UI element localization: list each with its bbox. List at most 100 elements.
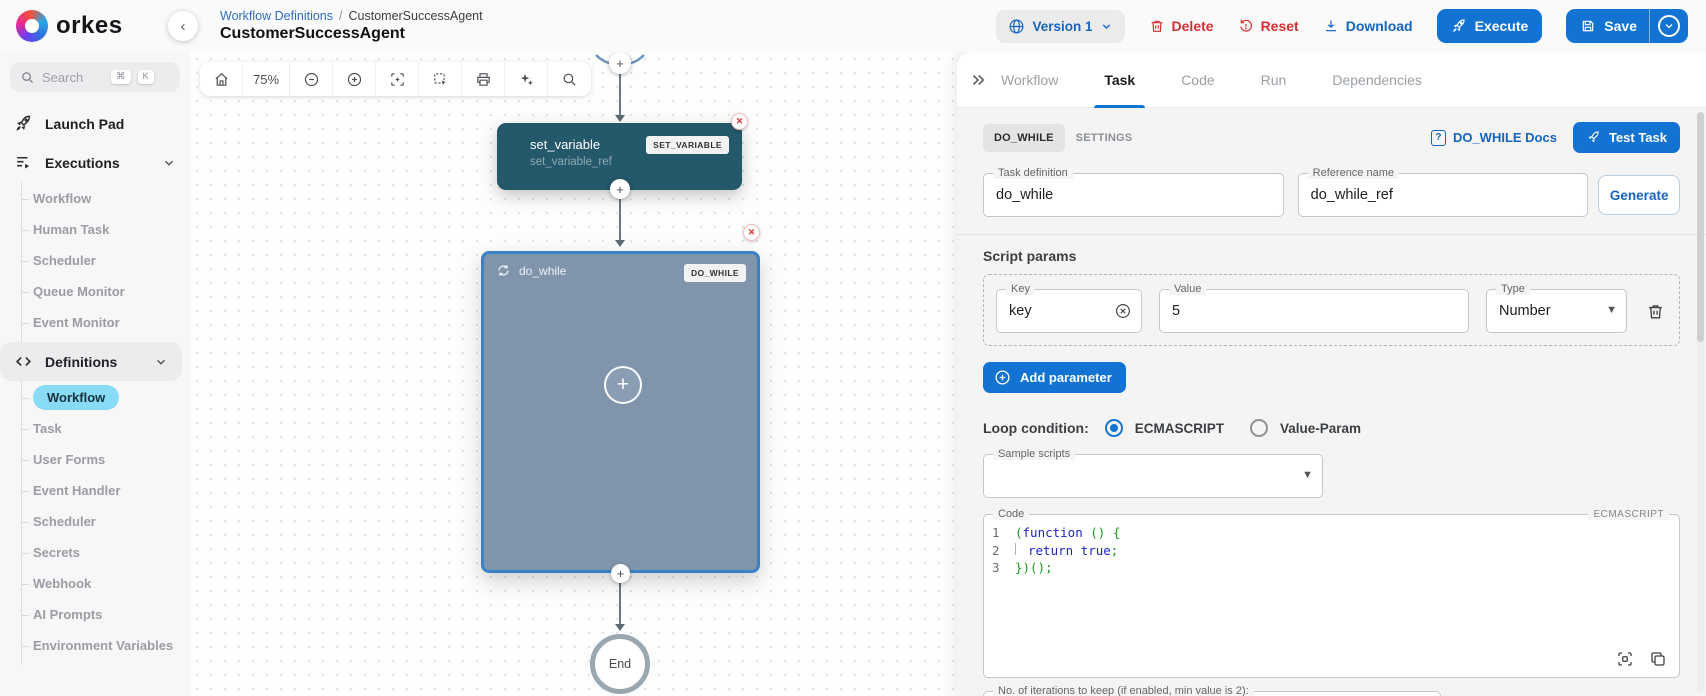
tab-dependencies[interactable]: Dependencies [1332,52,1422,108]
generate-button[interactable]: Generate [1598,175,1680,215]
radio-ecmascript[interactable] [1104,419,1123,437]
save-button-group: Save [1566,9,1688,43]
rocket-icon [14,114,33,133]
fit-view-button[interactable] [376,62,420,96]
subtab-row: DO_WHILE SETTINGS ? DO_WHILE Docs Test T… [983,122,1680,153]
sidebar-item-definitions-workflow[interactable]: Workflow [22,382,190,413]
sidebar-item-definitions-secrets[interactable]: Secrets [22,537,190,568]
sidebar-item-executions-queue-monitor[interactable]: Queue Monitor [22,276,190,307]
execute-button[interactable]: Execute [1436,9,1543,43]
download-button[interactable]: Download [1323,18,1413,34]
search-canvas-button[interactable] [548,62,591,96]
sidebar-item-definitions[interactable]: Definitions [0,342,182,381]
home-button[interactable] [200,62,243,96]
node-do-while[interactable]: do_while DO_WHILE + [481,251,760,573]
add-task-connector-mid[interactable] [610,179,630,199]
delete-param-button[interactable] [1644,300,1667,323]
remove-do-while-button[interactable]: ✕ [743,224,760,241]
sidebar-item-launch-pad[interactable]: Launch Pad [0,104,190,143]
orkes-logo[interactable]: orkes [16,10,166,42]
sidebar-collapse-button[interactable]: ‹ [168,11,198,41]
remove-set-variable-button[interactable]: ✕ [731,113,748,130]
tab-settings[interactable]: SETTINGS [1065,124,1144,152]
clear-key-icon[interactable] [1114,302,1132,320]
edge-arrow [615,624,625,631]
tab-code[interactable]: Code [1181,52,1214,108]
save-options-button[interactable] [1650,9,1688,43]
task-definition-field[interactable]: Task definition do_while [983,167,1284,217]
sidebar-item-definitions-user-forms[interactable]: User Forms [22,444,190,475]
panel-scrollbar[interactable] [1697,112,1704,692]
param-type-select[interactable]: Type Number ▼ [1486,283,1627,333]
save-icon [1580,18,1596,34]
version-label: Version 1 [1032,18,1093,34]
test-task-button[interactable]: Test Task [1572,122,1680,153]
delete-button[interactable]: Delete [1149,18,1214,34]
script-params-title: Script params [983,248,1077,264]
save-button[interactable]: Save [1566,9,1649,43]
sidebar-item-executions-human-task[interactable]: Human Task [22,214,190,245]
sidebar-item-definitions-event-handler[interactable]: Event Handler [22,475,190,506]
sidebar-item-definitions-ai-prompts[interactable]: AI Prompts [22,599,190,630]
chevron-down-icon [154,355,168,369]
radio-ecmascript-label[interactable]: ECMASCRIPT [1135,421,1224,436]
tab-task[interactable]: Task [1094,52,1146,108]
sidebar-item-executions-event-monitor[interactable]: Event Monitor [22,307,190,338]
add-task-connector-bottom[interactable] [611,564,630,583]
sidebar-item-executions-scheduler[interactable]: Scheduler [22,245,190,276]
tab-run[interactable]: Run [1261,52,1287,108]
loop-icon [496,263,511,278]
executions-icon [14,153,33,172]
param-key-field[interactable]: Key key [996,283,1142,333]
search-input[interactable] [42,69,104,85]
add-parameter-button[interactable]: Add parameter [983,362,1126,393]
zoom-in-button[interactable] [333,62,377,96]
add-task-inside-loop-button[interactable]: + [604,366,642,404]
app-header: orkes ‹ Workflow Definitions / CustomerS… [0,0,1706,52]
page-title: CustomerSuccessAgent [220,25,405,42]
expand-editor-icon[interactable] [1616,650,1634,668]
sidebar-item-definitions-environment-variables[interactable]: Environment Variables [22,630,190,661]
node-reference: set_variable_ref [530,156,612,168]
version-selector[interactable]: Version 1 [996,9,1125,43]
sparkles-icon[interactable] [505,62,549,96]
add-task-connector-top[interactable] [609,52,631,74]
select-area-button[interactable] [419,62,463,96]
field-value: do_while [996,187,1054,203]
copy-code-icon[interactable] [1649,650,1667,668]
orkes-logo-icon [16,10,48,42]
print-button[interactable] [462,62,506,96]
shortcut-key-k: K [137,70,154,84]
reference-name-field[interactable]: Reference name do_while_ref [1297,167,1589,217]
line-number: 3 [992,560,1000,575]
sidebar-item-executions[interactable]: Executions [0,143,190,182]
workflow-canvas[interactable]: 75% set_variable set_variable_ref SET_VA… [190,52,957,696]
reset-button[interactable]: Reset [1238,18,1299,34]
node-type-badge: SET_VARIABLE [646,136,729,154]
tab-do-while[interactable]: DO_WHILE [983,123,1065,152]
sidebar-item-definitions-scheduler[interactable]: Scheduler [22,506,190,537]
panel-tabs: Workflow Task Code Run Dependencies [1001,52,1422,108]
edge [619,199,621,242]
field-value: do_while_ref [1310,187,1393,203]
zoom-out-button[interactable] [290,62,334,96]
node-end[interactable]: End [590,634,650,694]
do-while-docs-link[interactable]: ? DO_WHILE Docs [1430,129,1557,146]
collapse-panel-icon[interactable] [969,71,987,89]
divider [957,234,1706,235]
code-editor[interactable]: Code ECMASCRIPT 1 (function () {2 return t… [983,508,1680,678]
sidebar-item-definitions-task[interactable]: Task [22,413,190,444]
iterations-field[interactable]: No. of iterations to keep (if enabled, m… [983,685,1441,696]
globe-icon [1008,18,1025,35]
sidebar-item-executions-workflow[interactable]: Workflow [22,183,190,214]
sidebar-item-definitions-webhook[interactable]: Webhook [22,568,190,599]
sample-scripts-select[interactable]: Sample scripts ▼ [983,448,1323,498]
sidebar-search[interactable]: ⌘ K [10,62,180,92]
breadcrumb-parent-link[interactable]: Workflow Definitions [220,9,333,23]
radio-value-param[interactable] [1250,419,1269,437]
tab-workflow[interactable]: Workflow [1001,52,1058,108]
zoom-level: 75% [243,62,291,96]
radio-value-param-label[interactable]: Value-Param [1280,421,1361,436]
param-value-field[interactable]: Value 5 [1159,283,1469,333]
chevron-down-icon: ▼ [1302,469,1313,481]
